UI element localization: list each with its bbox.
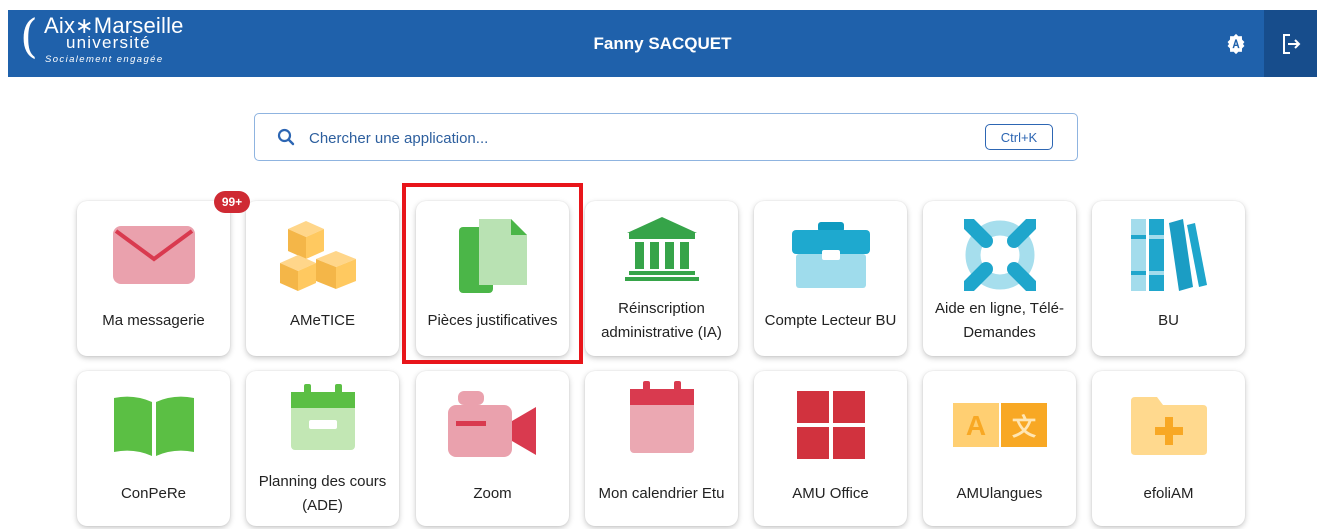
tile-amu-office[interactable]: AMU Office <box>754 371 907 526</box>
tile-ma-messagerie[interactable]: Ma messagerie <box>77 201 230 356</box>
unread-count-badge: 99+ <box>214 191 250 213</box>
calendar-red-icon <box>629 381 694 453</box>
tile-ametice[interactable]: AMeTICE <box>246 201 399 356</box>
keyboard-shortcut-hint: Ctrl+K <box>985 124 1053 150</box>
accessibility-badge-icon <box>1227 33 1245 54</box>
calendar-green-icon <box>290 384 355 450</box>
tile-aide-en-ligne[interactable]: Aide en ligne, Télé-Demandes <box>923 201 1076 356</box>
logout-button[interactable] <box>1264 10 1317 77</box>
documents-icon <box>458 219 527 293</box>
lifebuoy-icon <box>963 219 1036 291</box>
tile-label: Compte Lecteur BU <box>764 312 897 329</box>
logo-tagline: Socialement engagée <box>45 54 164 65</box>
open-book-icon <box>113 396 194 456</box>
tile-label: Mon calendrier Etu <box>598 485 725 502</box>
tile-amulangues[interactable]: A 文 AMUlangues <box>923 371 1076 526</box>
boxes-icon <box>279 221 356 291</box>
logo-line-2: université <box>66 33 151 52</box>
translate-icon: A 文 <box>952 403 1047 447</box>
tile-planning-des-cours[interactable]: Planning des cours (ADE) <box>246 371 399 526</box>
tile-label: ConPeRe <box>120 485 187 502</box>
tile-mon-calendrier-etu[interactable]: Mon calendrier Etu <box>585 371 738 526</box>
tile-reinscription-administrative[interactable]: Réinscription administrative (IA) <box>585 201 738 356</box>
search-icon <box>277 128 295 146</box>
tile-efoliam[interactable]: efoliAM <box>1092 371 1245 526</box>
tile-label: AMU Office <box>792 485 869 502</box>
folder-plus-icon <box>1130 397 1207 455</box>
logout-icon <box>1282 33 1300 54</box>
tile-label: Pièces justificatives <box>427 312 558 329</box>
office-grid-icon <box>796 391 865 459</box>
svg-text:文: 文 <box>1012 413 1037 441</box>
tile-label: AMUlangues <box>956 485 1043 502</box>
amu-logo[interactable]: ( Aix∗Marseille université Socialement e… <box>18 9 208 77</box>
tile-zoom[interactable]: Zoom <box>416 371 569 526</box>
institution-icon <box>624 217 699 281</box>
tile-label: Aide en ligne, Télé-Demandes <box>935 300 1064 341</box>
books-icon <box>1130 219 1207 291</box>
envelope-icon <box>112 226 195 284</box>
svg-text:A: A <box>965 410 985 441</box>
tile-label: BU <box>1158 312 1179 329</box>
tile-label: Ma messagerie <box>102 312 205 329</box>
search-box[interactable]: Ctrl+K <box>254 113 1078 161</box>
tile-label: efoliAM <box>1143 485 1194 502</box>
video-camera-icon <box>447 391 536 457</box>
tile-label: Planning des cours (ADE) <box>258 473 387 514</box>
top-bar: ( Aix∗Marseille université Socialement e… <box>8 9 1317 77</box>
accessibility-button[interactable] <box>1208 10 1264 77</box>
tile-label: Réinscription administrative (IA) <box>601 300 722 341</box>
tile-bu[interactable]: BU <box>1092 201 1245 356</box>
tile-label: Zoom <box>473 485 512 502</box>
tile-label: AMeTICE <box>289 312 355 329</box>
tile-compte-lecteur-bu[interactable]: Compte Lecteur BU <box>754 201 907 356</box>
tile-pieces-justificatives[interactable]: Pièces justificatives <box>416 201 569 356</box>
tile-conpere[interactable]: ConPeRe <box>77 371 230 526</box>
briefcase-icon <box>791 222 870 288</box>
search-input[interactable] <box>307 124 951 152</box>
